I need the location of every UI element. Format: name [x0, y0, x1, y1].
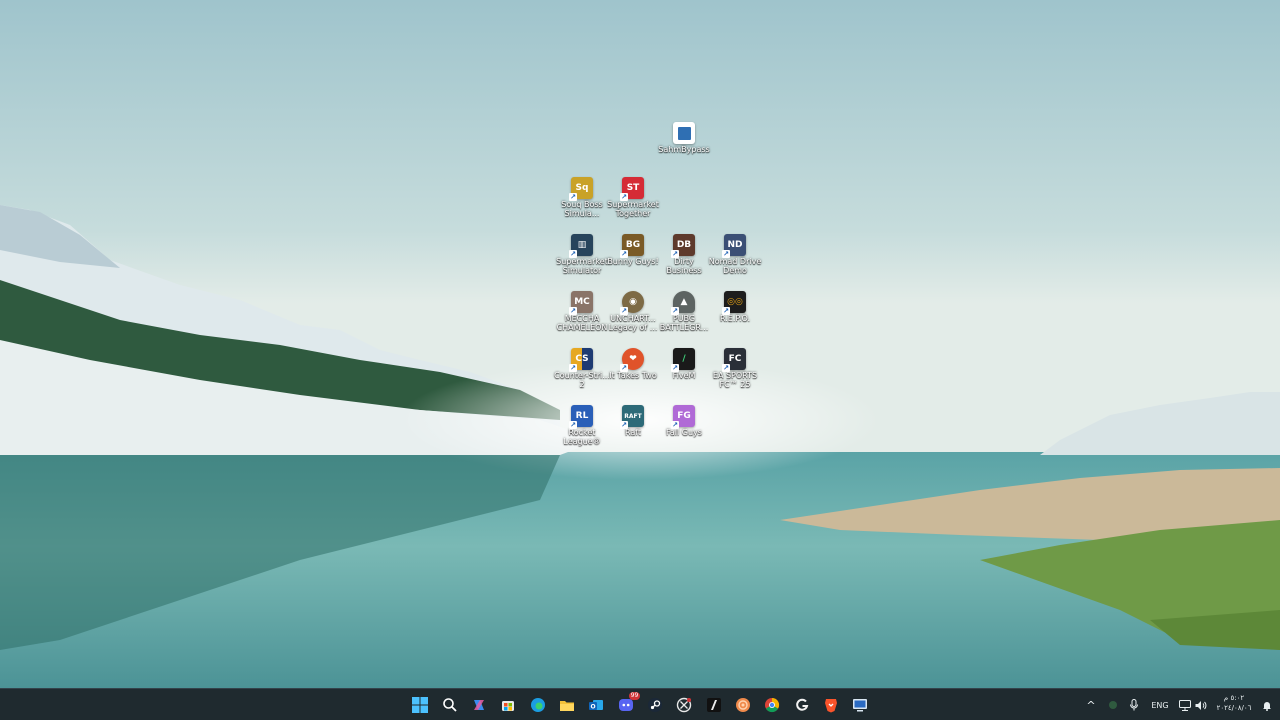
- desktop-icon-supermarket-together[interactable]: ST ↗ Supermarket Together: [605, 177, 661, 218]
- desktop-icon-label: MECCHA CHAMELEON: [556, 314, 608, 332]
- volume-icon[interactable]: [1194, 698, 1208, 712]
- copilot-icon[interactable]: [469, 695, 489, 715]
- fivem-icon: / ↗: [671, 348, 695, 372]
- desktop-icon-label: FiveM: [672, 371, 696, 380]
- desktop-icon-nomad-drive[interactable]: ND ↗ Nomad Drive Demo: [707, 234, 763, 275]
- desktop-icon-rocket-league[interactable]: RL ↗ Rocket League®: [554, 405, 610, 446]
- desktop-icon-sahmbypass[interactable]: SahmBypass: [656, 122, 712, 154]
- svg-text:O: O: [590, 704, 595, 711]
- it-takes-two-icon: ❤ ↗: [620, 348, 644, 372]
- supermarket-simulator-icon: ▥ ↗: [569, 234, 593, 258]
- desktop-icon-bunny-guys[interactable]: BG ↗ Bunny Guys!: [605, 234, 661, 266]
- desktop-icon-label: Fall Guys: [666, 428, 702, 437]
- desktop-icon-repo[interactable]: ◎◎ ↗ R.E.P.O.: [707, 291, 763, 323]
- desktop-icon-raft[interactable]: RAFT ↗ Raft: [605, 405, 661, 437]
- desktop-icon-pubg[interactable]: ▲ ↗ PUBG BATTLEGR...: [656, 291, 712, 332]
- rocket-league-icon: RL ↗: [569, 405, 593, 429]
- repo-icon: ◎◎ ↗: [722, 291, 746, 315]
- clock-time: ٥:٠٢ م: [1223, 694, 1245, 702]
- app-window-icon: [673, 122, 695, 144]
- uncharted-icon: ◉ ↗: [620, 291, 644, 315]
- desktop-icon-label: Rocket League®: [563, 428, 601, 446]
- desktop-icon-label: Bunny Guys!: [607, 257, 659, 266]
- outlook-icon[interactable]: O: [586, 695, 606, 715]
- input-language-indicator[interactable]: ENG: [1148, 698, 1172, 712]
- desktop-icon-label: Supermarket Simulator: [556, 257, 608, 275]
- supermarket-together-icon: ST ↗: [620, 177, 644, 201]
- desktop-icon-label: Dirty Business: [666, 257, 702, 275]
- fivem-taskbar-icon[interactable]: [704, 695, 724, 715]
- nomad-drive-icon: ND ↗: [722, 234, 746, 258]
- desktop-icon-label: UNCHART... Legacy of ...: [608, 314, 658, 332]
- dirty-business-icon: DB ↗: [671, 234, 695, 258]
- edge-browser-icon[interactable]: [528, 695, 548, 715]
- desktop-icon-label: Counter-Stri... 2: [554, 371, 610, 389]
- microsoft-store-icon[interactable]: [498, 695, 518, 715]
- show-hidden-icons-chevron[interactable]: ^: [1084, 698, 1098, 712]
- meccha-chameleon-icon: MC ↗: [569, 291, 593, 315]
- ea-sports-fc-icon: FC ↗: [722, 348, 746, 372]
- souq-boss-game-icon: Sq ↗: [569, 177, 593, 201]
- file-explorer-icon[interactable]: [557, 695, 577, 715]
- desktop-icon-ea-sports-fc[interactable]: FC ↗ EA SPORTS FC™ 25: [707, 348, 763, 389]
- desktop-icon-label: It Takes Two: [609, 371, 657, 380]
- discord-icon[interactable]: 99: [616, 692, 640, 715]
- wallpaper-lake-landscape: [0, 0, 1280, 688]
- brave-browser-icon[interactable]: [821, 695, 841, 715]
- desktop-icon-it-takes-two[interactable]: ❤ ↗ It Takes Two: [605, 348, 661, 380]
- notification-badge: 99: [629, 692, 640, 700]
- microphone-icon[interactable]: [1127, 698, 1141, 712]
- desktop-icon-label: Nomad Drive Demo: [708, 257, 762, 275]
- desktop-icon-dirty-business[interactable]: DB ↗ Dirty Business: [656, 234, 712, 275]
- clock[interactable]: ٥:٠٢ م ٢٠٢٤/٠٨/٠٦: [1212, 693, 1256, 717]
- desktop-icon-label: EA SPORTS FC™ 25: [712, 371, 758, 389]
- logitech-g-hub-icon[interactable]: [792, 695, 812, 715]
- desktop-icon-counter-strike[interactable]: CS ↗ Counter-Stri... 2: [554, 348, 610, 389]
- desktop-icon-label: PUBG BATTLEGR...: [659, 314, 709, 332]
- steam-icon[interactable]: [645, 695, 665, 715]
- windows-start-icon[interactable]: [410, 695, 430, 715]
- fall-guys-icon: FG ↗: [671, 405, 695, 429]
- bunny-guys-icon: BG ↗: [620, 234, 644, 258]
- desktop-icon-label: Raft: [624, 428, 642, 437]
- tray-app-icon[interactable]: [1106, 698, 1120, 712]
- pubg-helmet-icon: ▲ ↗: [671, 291, 695, 315]
- notification-bell-icon[interactable]: [1260, 698, 1274, 712]
- orange-swirl-app-icon[interactable]: [733, 695, 753, 715]
- network-icon[interactable]: [1178, 698, 1192, 712]
- clock-date: ٢٠٢٤/٠٨/٠٦: [1216, 704, 1252, 712]
- counter-strike-icon: CS ↗: [569, 348, 593, 372]
- desktop-icon-fivem[interactable]: / ↗ FiveM: [656, 348, 712, 380]
- desktop-icon-fall-guys[interactable]: FG ↗ Fall Guys: [656, 405, 712, 437]
- raft-icon: RAFT ↗: [620, 405, 644, 429]
- desktop-icon-souq-boss[interactable]: Sq ↗ Souq Boss Simula...: [554, 177, 610, 218]
- desktop-icon-uncharted[interactable]: ◉ ↗ UNCHART... Legacy of ...: [605, 291, 661, 332]
- desktop-icon-label: R.E.P.O.: [719, 314, 751, 323]
- desktop-icon-label: SahmBypass: [658, 145, 710, 154]
- desktop-icon-meccha-chameleon[interactable]: MC ↗ MECCHA CHAMELEON: [554, 291, 610, 332]
- remote-desktop-icon[interactable]: [850, 695, 870, 715]
- desktop[interactable]: SahmBypass Sq ↗ Souq Boss Simula... ST ↗ S…: [0, 0, 1280, 688]
- chrome-icon[interactable]: [762, 695, 782, 715]
- desktop-icon-supermarket-simulator[interactable]: ▥ ↗ Supermarket Simulator: [554, 234, 610, 275]
- taskbar: O 99 ^ ENG ٥:٠٢ م ٢٠٢٤/٠٨/٠٦: [0, 688, 1280, 720]
- xbox-icon[interactable]: [674, 695, 694, 715]
- search-icon[interactable]: [440, 695, 460, 715]
- desktop-icon-label: Souq Boss Simula...: [561, 200, 603, 218]
- desktop-icon-label: Supermarket Together: [607, 200, 659, 218]
